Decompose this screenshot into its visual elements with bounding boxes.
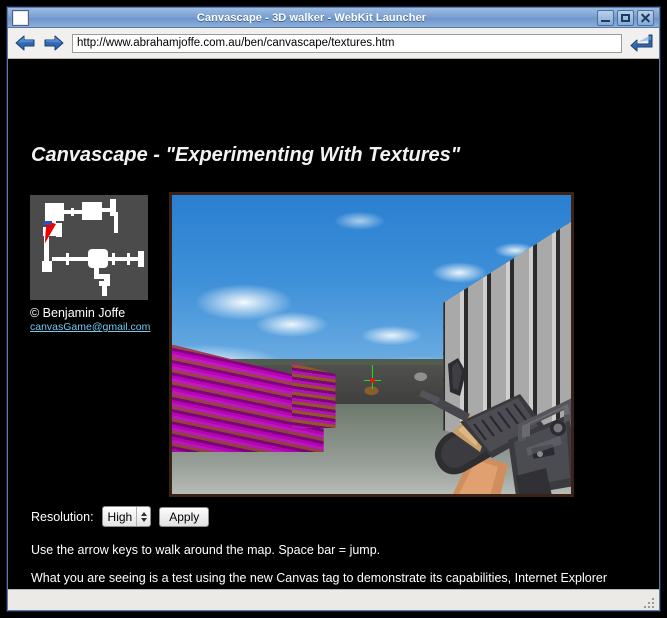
- back-arrow-icon[interactable]: [14, 33, 36, 53]
- forward-arrow-icon[interactable]: [43, 33, 65, 53]
- copyright-text: © Benjamin Joffe: [30, 306, 126, 320]
- description-part1: What you are seeing is a test using the …: [31, 571, 608, 589]
- close-button[interactable]: [637, 9, 654, 26]
- page-title: Canvascape - "Experimenting With Texture…: [31, 144, 461, 166]
- map-corridor: [114, 212, 118, 225]
- url-text: http://www.abrahamjoffe.com.au/ben/canva…: [77, 37, 395, 49]
- map-room: [42, 261, 52, 272]
- minimap[interactable]: [30, 195, 148, 300]
- map-door: [112, 253, 115, 265]
- chevron-updown-icon: [136, 507, 150, 526]
- 3d-scene: [172, 195, 571, 494]
- instructions-text: Use the arrow keys to walk around the ma…: [31, 543, 381, 557]
- minimize-button[interactable]: [597, 9, 614, 26]
- map-room: [56, 223, 62, 237]
- title-bar[interactable]: Canvascape - 3D walker - WebKit Launcher: [8, 8, 659, 28]
- player-heading-marker: [44, 221, 51, 225]
- resolution-controls: Resolution: High Apply: [31, 506, 210, 527]
- map-corridor: [114, 225, 118, 233]
- map-room: [82, 202, 102, 220]
- map-corridor: [52, 257, 88, 261]
- status-bar: [8, 589, 659, 610]
- map-room: [110, 199, 116, 212]
- window-buttons: [594, 9, 654, 26]
- map-room: [88, 249, 108, 268]
- address-bar[interactable]: http://www.abrahamjoffe.com.au/ben/canva…: [72, 33, 622, 53]
- go-enter-icon[interactable]: [629, 32, 653, 54]
- description-text: What you are seeing is a test using the …: [31, 570, 643, 589]
- resolution-label: Resolution:: [31, 509, 94, 524]
- browser-window: Canvascape - 3D walker - WebKit Launcher…: [7, 7, 660, 611]
- apply-button[interactable]: Apply: [159, 506, 210, 527]
- map-room: [45, 203, 64, 221]
- minimap-panel: © Benjamin Joffe canvasGame@gmail.com: [30, 195, 150, 333]
- map-door: [127, 253, 130, 265]
- map-corridor: [99, 281, 110, 286]
- window-title: Canvascape - 3D walker - WebKit Launcher: [196, 11, 427, 24]
- resize-grip[interactable]: [644, 596, 656, 608]
- browser-toolbar: http://www.abrahamjoffe.com.au/ben/canva…: [8, 28, 659, 59]
- resolution-value: High: [107, 509, 133, 524]
- resolution-select[interactable]: High: [101, 506, 152, 527]
- window-icon: [12, 9, 29, 26]
- map-door: [66, 253, 69, 265]
- map-door: [71, 208, 74, 216]
- map-room: [138, 251, 144, 267]
- maximize-button[interactable]: [617, 9, 634, 26]
- email-link[interactable]: canvasGame@gmail.com: [30, 321, 150, 333]
- first-person-rifle: [340, 336, 571, 494]
- page-content: Canvascape - "Experimenting With Texture…: [8, 59, 659, 589]
- canvas-3d-viewport[interactable]: [169, 192, 574, 497]
